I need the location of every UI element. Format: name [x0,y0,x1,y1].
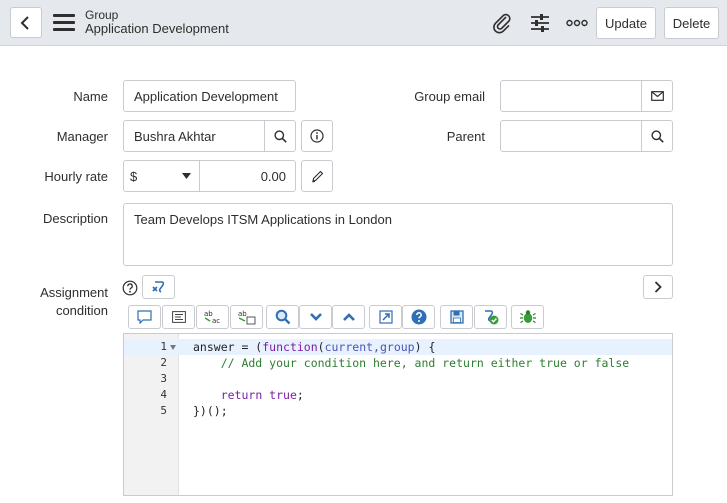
go-to-line-button[interactable] [369,305,402,329]
parent-label: Parent [446,129,485,144]
magnifier-icon [275,309,290,325]
replace-icon: abac [204,310,220,325]
find-previous-button[interactable] [332,305,365,329]
code-value: true [262,388,297,402]
external-link-icon [378,310,393,324]
more-options-icon[interactable] [564,11,590,35]
search-icon [273,129,287,143]
script-editor[interactable]: 1 2 3 4 5 answer = (function(current,gro… [123,333,673,496]
currency-value: $ [130,168,138,184]
manager-field[interactable]: Bushra Akhtar [123,120,265,152]
format-code-button[interactable] [162,305,195,329]
chevron-up-icon [342,313,355,321]
name-label: Name [73,89,108,104]
toggle-comment-button[interactable] [128,305,161,329]
question-icon [411,309,426,325]
svg-text:ab: ab [238,310,247,318]
replace-button[interactable]: ab ac [196,305,229,329]
caret-down-icon [182,173,191,179]
group-email-field[interactable] [500,80,642,112]
svg-text:ac: ac [212,317,220,325]
email-button[interactable] [641,80,673,112]
parent-lookup-button[interactable] [641,120,673,152]
envelope-icon [650,91,664,101]
line-number: 2 [160,356,167,369]
record-name: Application Development [85,21,229,36]
parent-field[interactable] [500,120,642,152]
script-toggle-icon [151,281,164,293]
chevron-left-icon [20,15,29,30]
name-field[interactable]: Application Development [123,80,296,112]
debug-button[interactable] [511,305,544,329]
help-button[interactable] [402,305,435,329]
code-line-1: answer = (function(current,group) { [193,340,435,354]
manager-lookup-button[interactable] [264,120,296,152]
code-params: current,group [324,340,415,354]
hourly-rate-amount[interactable]: 0.00 [199,160,296,192]
condition-builder-button[interactable] [142,275,175,299]
floppy-disk-icon [449,310,464,324]
code-keyword: return [220,388,263,402]
assignment-label-line1: Assignment [40,285,108,300]
find-next-button[interactable] [299,305,332,329]
replace-all-icon: ab [238,310,255,325]
description-field[interactable]: Team Develops ITSM Applications in Londo… [123,203,673,266]
chevron-right-icon [654,281,662,293]
code-token: ) { [414,340,436,354]
search-code-button[interactable] [266,305,299,329]
fold-arrow-icon[interactable] [170,345,176,350]
bug-icon [519,310,536,324]
code-line-4: return true; [193,388,304,402]
assignment-label-line2: condition [55,303,108,318]
save-button[interactable] [440,305,473,329]
attachment-icon[interactable] [490,11,514,35]
replace-all-button[interactable]: ab [230,305,263,329]
chevron-down-icon [309,313,322,321]
assignment-condition-label: Assignment condition [40,284,108,320]
align-text-icon [171,311,186,323]
check-script-icon [484,310,498,325]
code-token: answer = ( [193,340,263,354]
description-label: Description [42,211,108,226]
edit-currency-button[interactable] [301,160,333,192]
code-token: ; [296,388,304,402]
code-keyword: function [262,340,318,354]
line-number: 5 [160,404,167,417]
delete-button[interactable]: Delete [664,7,719,39]
menu-icon[interactable] [53,14,75,32]
code-line-2: // Add your condition here, and return e… [193,356,630,370]
search-icon [650,129,664,143]
personalize-icon[interactable] [528,11,552,35]
line-number: 3 [160,372,167,385]
group-email-label: Group email [414,89,485,104]
code-token: ( [317,340,325,354]
syntax-check-button[interactable] [474,305,507,329]
info-icon [310,129,324,143]
line-number: 1 [160,340,167,353]
update-button[interactable]: Update [596,7,656,39]
hourly-rate-label: Hourly rate [44,169,108,184]
code-line-5: })(); [193,404,228,418]
form-header: Group Application Development Update Del… [0,0,727,46]
pencil-icon [311,170,323,183]
comment-icon [137,310,152,324]
expand-button[interactable] [643,275,673,299]
record-type: Group [85,8,119,22]
currency-select[interactable]: $ [123,160,200,192]
line-number: 4 [160,388,167,401]
back-button[interactable] [10,7,42,38]
help-icon[interactable] [122,280,138,296]
manager-label: Manager [56,129,108,144]
manager-info-button[interactable] [301,120,333,152]
